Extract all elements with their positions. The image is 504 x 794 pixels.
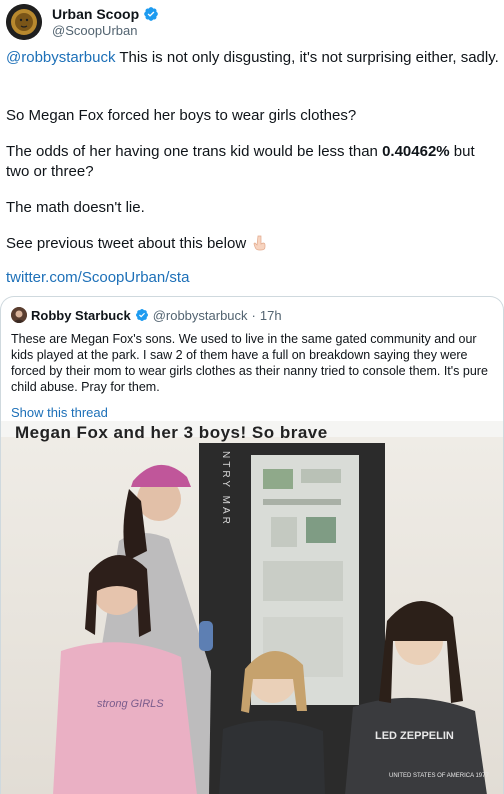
quoted-tweet-photo[interactable]: Megan Fox and her 3 boys! So brave NTRY … <box>1 421 503 794</box>
verified-badge-icon <box>135 309 148 321</box>
verified-badge-icon <box>144 7 158 21</box>
pointing-down-icon <box>252 235 268 257</box>
author-handle[interactable]: @ScoopUrban <box>52 23 159 39</box>
quoted-author-name[interactable]: Robby Starbuck <box>31 308 131 323</box>
tweet-header: Urban Scoop @ScoopUrban <box>6 4 159 40</box>
right-shirt-subtext: UNITED STATES OF AMERICA 1977 <box>389 773 489 779</box>
right-shirt-text: LED ZEPPELIN <box>375 730 454 742</box>
lion-logo-icon <box>6 4 42 40</box>
tweet-paragraph-4: The math doesn't lie. <box>6 199 145 216</box>
quoted-author-avatar[interactable] <box>11 307 27 323</box>
paragraph-5-text: See previous tweet about this below <box>6 235 247 252</box>
tweet-paragraph-5: See previous tweet about this below <box>6 234 268 257</box>
quoted-tweet-text: These are Megan Fox's sons. We used to l… <box>11 332 488 394</box>
separator-dot: · <box>251 307 256 323</box>
show-thread-link[interactable]: Show this thread <box>11 405 108 420</box>
tweet-link[interactable]: twitter.com/ScoopUrban/sta <box>6 269 189 286</box>
tweet-paragraph-2: So Megan Fox forced her boys to wear gir… <box>6 107 357 124</box>
quoted-timestamp[interactable]: 17h <box>260 308 282 323</box>
odds-value: 0.40462% <box>382 143 450 160</box>
left-shirt-text: strong GIRLS <box>97 698 164 710</box>
tweet-paragraph-1: @robbystarbuck This is not only disgusti… <box>6 48 499 68</box>
author-avatar[interactable] <box>6 4 42 40</box>
tweet-paragraph-3: The odds of her having one trans kid wou… <box>6 142 500 182</box>
photo-figures-illustration: strong GIRLS LED ZEPPELIN UNITED STATES … <box>53 464 489 794</box>
quoted-tweet[interactable]: Robby Starbuck @robbystarbuck · 17h Thes… <box>0 296 504 794</box>
paragraph-1-text: This is not only disgusting, it's not su… <box>115 49 499 66</box>
quoted-author-handle[interactable]: @robbystarbuck <box>153 308 248 323</box>
quoted-avatar-photo-icon <box>11 307 27 323</box>
author-display-name[interactable]: Urban Scoop <box>52 6 139 23</box>
tweet-paragraph-6: twitter.com/ScoopUrban/sta <box>6 268 189 288</box>
mention-link[interactable]: @robbystarbuck <box>6 49 115 66</box>
paragraph-3-pre: The odds of her having one trans kid wou… <box>6 143 383 160</box>
quoted-tweet-header: Robby Starbuck @robbystarbuck · 17h <box>11 307 282 323</box>
